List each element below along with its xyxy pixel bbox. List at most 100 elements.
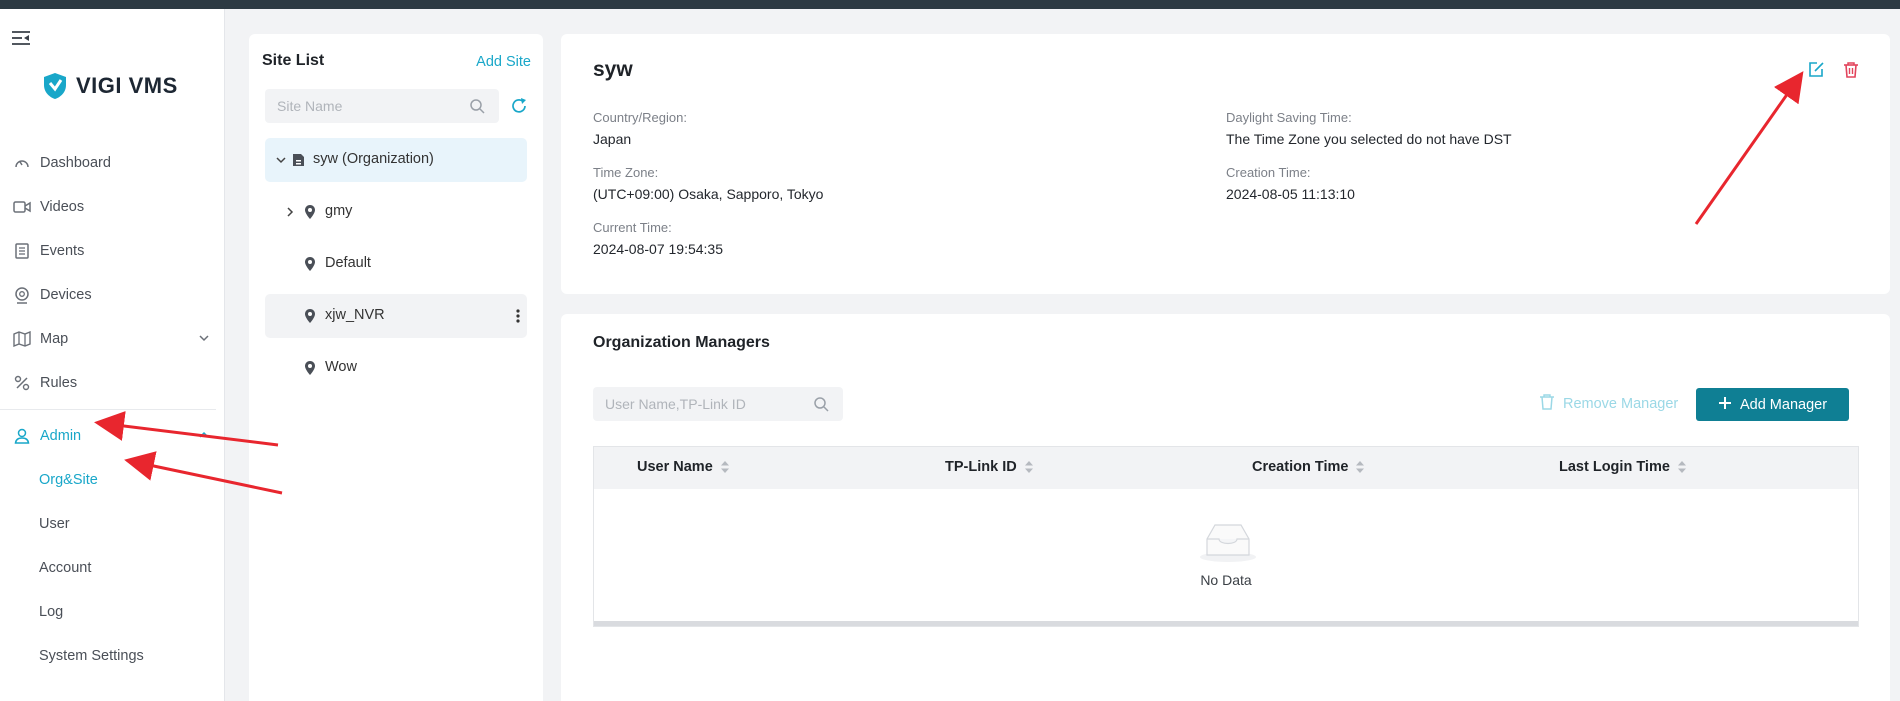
managers-title: Organization Managers [593, 334, 770, 351]
tree-node-site[interactable]: xjw_NVR [265, 294, 527, 338]
current-time-value: 2024-08-07 19:54:35 [593, 241, 723, 257]
add-site-link[interactable]: Add Site [476, 54, 531, 70]
nav-map[interactable]: Map [0, 317, 224, 361]
column-user-name[interactable]: User Name [637, 459, 729, 475]
manager-search-box [593, 387, 843, 421]
plus-icon [1718, 396, 1732, 414]
current-time-label: Current Time: [593, 220, 672, 235]
tree-node-site[interactable]: gmy [265, 190, 527, 234]
timezone-label: Time Zone: [593, 165, 659, 180]
sort-icon [720, 461, 729, 473]
tree-node-site[interactable]: Default [265, 242, 527, 286]
nav-user[interactable]: User [0, 502, 224, 546]
sort-icon [1677, 461, 1686, 473]
tree-node-label: Wow [325, 359, 357, 375]
nav-devices[interactable]: Devices [0, 273, 224, 317]
main-nav: Dashboard Videos Events Devices Map Rule… [0, 141, 224, 678]
organization-managers-card: Organization Managers Remove Manager Add… [561, 314, 1890, 701]
organization-name: syw [593, 58, 633, 81]
nav-label: Videos [40, 199, 85, 215]
nav-admin[interactable]: Admin [0, 414, 224, 458]
managers-table: User Name TP-Link ID Creation Time Last … [593, 446, 1859, 627]
chevron-down-icon [198, 332, 210, 344]
column-label: User Name [637, 459, 713, 475]
empty-inbox-icon [1199, 519, 1257, 563]
add-manager-label: Add Manager [1739, 396, 1828, 413]
dashboard-icon [12, 153, 32, 173]
search-icon[interactable] [469, 98, 485, 114]
country-value: Japan [593, 131, 632, 147]
creation-time-value: 2024-08-05 11:13:10 [1226, 186, 1355, 202]
tree-node-label: Default [325, 255, 371, 271]
column-last-login-time[interactable]: Last Login Time [1559, 459, 1686, 475]
nav-label: Admin [40, 428, 82, 444]
search-icon[interactable] [813, 396, 829, 412]
nav-account[interactable]: Account [0, 546, 224, 590]
add-manager-button[interactable]: Add Manager [1696, 388, 1849, 421]
sort-icon [1356, 461, 1365, 473]
site-search-box [265, 89, 499, 123]
video-icon [12, 197, 32, 217]
refresh-icon[interactable] [509, 96, 529, 116]
nav-org-site[interactable]: Org&Site [0, 458, 224, 502]
map-icon [12, 329, 32, 349]
events-icon [12, 241, 32, 261]
country-label: Country/Region: [593, 110, 687, 125]
rules-icon [12, 373, 32, 393]
creation-time-label: Creation Time: [1226, 165, 1311, 180]
vigi-logo: VIGI VMS [42, 70, 178, 102]
delete-icon[interactable] [1841, 60, 1861, 80]
edit-icon[interactable] [1806, 60, 1826, 80]
nav-rules[interactable]: Rules [0, 361, 224, 405]
location-pin-icon [302, 204, 318, 220]
app-name: VIGI VMS [76, 73, 178, 98]
organization-icon [291, 152, 307, 168]
location-pin-icon [302, 360, 318, 376]
tree-node-label: gmy [325, 203, 353, 219]
organization-detail-card: syw Country/Region: Japan Time Zone: (UT… [561, 34, 1890, 294]
nav-label: Map [40, 331, 69, 347]
shield-logo-icon [44, 73, 66, 99]
tree-node-site[interactable]: Wow [265, 346, 527, 390]
tree-node-label: syw (Organization) [313, 151, 434, 167]
tree-node-label: xjw_NVR [325, 307, 385, 323]
nav-log[interactable]: Log [0, 590, 224, 634]
nav-system-settings[interactable]: System Settings [0, 634, 224, 678]
chevron-right-icon[interactable] [284, 206, 296, 218]
nav-videos[interactable]: Videos [0, 185, 224, 229]
site-list-panel: Site List Add Site syw (Organization) gm… [249, 34, 543, 701]
chevron-up-icon [198, 429, 210, 441]
trash-icon [1539, 393, 1555, 415]
nav-label: Dashboard [40, 155, 111, 171]
no-data-text: No Data [1200, 572, 1252, 588]
manager-search-input[interactable] [593, 387, 843, 421]
chevron-down-icon[interactable] [275, 154, 287, 166]
nav-label: Devices [40, 287, 92, 303]
nav-dashboard[interactable]: Dashboard [0, 141, 224, 185]
table-scrollbar[interactable] [594, 621, 1858, 626]
sort-icon [1024, 461, 1033, 473]
dst-value: The Time Zone you selected do not have D… [1226, 131, 1512, 147]
tree-node-organization[interactable]: syw (Organization) [265, 138, 527, 182]
remove-manager-button[interactable]: Remove Manager [1539, 394, 1678, 414]
dst-label: Daylight Saving Time: [1226, 110, 1352, 125]
timezone-value: (UTC+09:00) Osaka, Sapporo, Tokyo [593, 186, 824, 202]
column-label: TP-Link ID [945, 459, 1017, 475]
site-tree: syw (Organization) gmy Default xjw_NVR W… [265, 138, 527, 398]
site-search-input[interactable] [265, 89, 499, 123]
nav-events[interactable]: Events [0, 229, 224, 273]
column-creation-time[interactable]: Creation Time [1252, 459, 1365, 475]
column-tp-link-id[interactable]: TP-Link ID [945, 459, 1033, 475]
table-header: User Name TP-Link ID Creation Time Last … [594, 447, 1858, 489]
site-list-title: Site List [262, 52, 325, 69]
location-pin-icon [302, 308, 318, 324]
nav-label: Events [40, 243, 85, 259]
sidebar: VIGI VMS Dashboard Videos Events Devices… [0, 9, 225, 701]
nav-label: Rules [40, 375, 78, 391]
more-options-icon[interactable] [515, 308, 521, 324]
user-icon [12, 426, 32, 446]
column-label: Last Login Time [1559, 459, 1670, 475]
collapse-menu-icon[interactable] [11, 29, 31, 47]
top-bar [0, 0, 1900, 9]
location-pin-icon [302, 256, 318, 272]
